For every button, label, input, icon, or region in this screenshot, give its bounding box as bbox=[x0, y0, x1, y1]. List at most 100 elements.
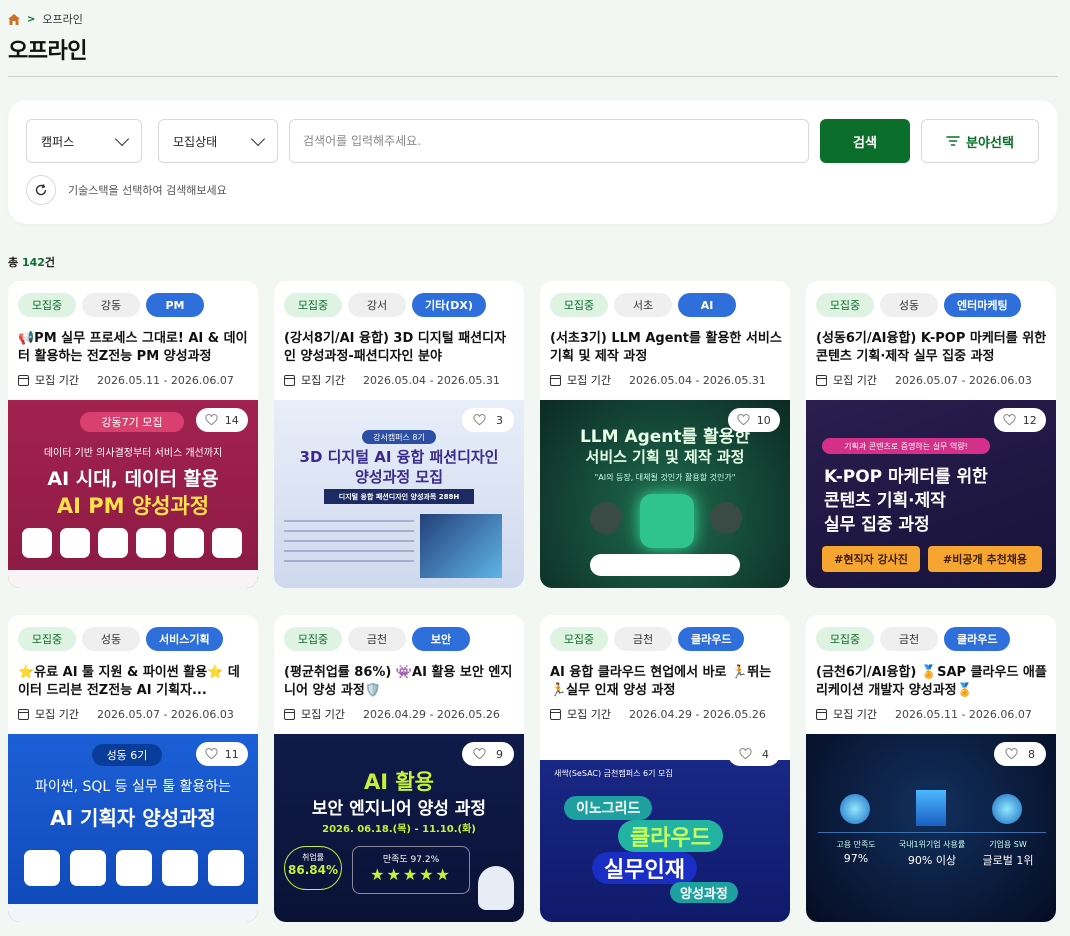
campus-tag: 서초 bbox=[614, 293, 672, 317]
openai-icon bbox=[640, 494, 694, 548]
heart-icon bbox=[737, 414, 750, 426]
course-title[interactable]: ⭐유료 AI 툴 지원 & 파이썬 활용⭐ 데이터 드리븐 전Z전능 AI 기획… bbox=[18, 664, 250, 700]
course-card[interactable]: 모집중 성동 엔터마케팅 (성동6기/AI융합) K-POP 마케터를 위한 콘텐츠… bbox=[806, 281, 1056, 588]
refresh-icon bbox=[35, 184, 47, 196]
course-card[interactable]: 모집중 강동 PM 📢PM 실무 프로세스 그대로! AI & 데이터 활용하는 전… bbox=[8, 281, 258, 588]
field-tag: 기타(DX) bbox=[412, 293, 486, 317]
field-select-button[interactable]: 분야선택 bbox=[921, 119, 1039, 163]
banner-chip: #비공개 추천채용 bbox=[928, 546, 1042, 572]
course-card[interactable]: 모집중 금천 클라우드 (금천6기/AI융합) 🏅SAP 클라우드 애플리케이션 개… bbox=[806, 615, 1056, 922]
satisfaction-stat: 만족도 97.2% ★★★★★ bbox=[352, 846, 470, 894]
like-count: 9 bbox=[496, 747, 503, 761]
banner-badge: 기획과 콘텐츠로 증명하는 실무 역량! bbox=[822, 438, 990, 454]
course-title[interactable]: (평균취업률 86%) 👾AI 활용 보안 엔지니어 양성 과정🛡️ bbox=[284, 664, 516, 700]
like-button[interactable]: 12 bbox=[994, 408, 1046, 432]
course-title[interactable]: (성동6기/AI융합) K-POP 마케터를 위한 콘텐츠 기획·제작 실무 집… bbox=[816, 330, 1048, 366]
banner-line1: 이노그리드 bbox=[564, 796, 653, 820]
status-tag: 모집중 bbox=[18, 293, 76, 317]
calendar-icon bbox=[550, 708, 561, 720]
heart-icon bbox=[739, 748, 752, 760]
like-count: 11 bbox=[224, 747, 239, 761]
analytics-icon bbox=[174, 528, 204, 558]
like-count: 3 bbox=[496, 413, 503, 427]
like-button[interactable]: 4 bbox=[728, 742, 780, 766]
banner-line2: 콘텐츠 기획·제작 bbox=[824, 491, 946, 511]
divider bbox=[8, 76, 1058, 77]
period-label: 모집 기간 bbox=[35, 708, 79, 721]
period-label: 모집 기간 bbox=[301, 708, 345, 721]
banner-line1: K-POP 마케터를 위한 bbox=[824, 467, 988, 487]
sql-icon bbox=[24, 850, 60, 886]
like-button[interactable]: 11 bbox=[196, 742, 248, 766]
period-dates: 2026.05.11 - 2026.06.07 bbox=[96, 373, 234, 387]
course-thumbnail[interactable]: 고용 만족도 97% 국내1위기업 사용률 90% 이상 기업용 SW 글로벌 … bbox=[806, 734, 1056, 922]
status-tag: 모집중 bbox=[18, 627, 76, 651]
filter-icon bbox=[946, 136, 960, 146]
python-icon bbox=[590, 502, 622, 534]
period-dates: 2026.04.29 - 2026.05.26 bbox=[628, 707, 766, 721]
like-button[interactable]: 14 bbox=[196, 408, 248, 432]
field-tag: 보안 bbox=[412, 627, 470, 651]
description-text bbox=[284, 520, 414, 570]
banner-line2: 양성과정 모집 bbox=[354, 468, 444, 486]
search-button[interactable]: 검색 bbox=[820, 119, 910, 163]
banner-badge: 강서캠퍼스 8기 bbox=[362, 430, 436, 444]
period-dates: 2026.05.11 - 2026.06.07 bbox=[894, 707, 1032, 721]
banner-badge: 강동7기 모집 bbox=[80, 412, 184, 432]
course-card[interactable]: 모집중 금천 보안 (평균취업률 86%) 👾AI 활용 보안 엔지니어 양성 과정… bbox=[274, 615, 524, 922]
mannequin-image bbox=[420, 514, 502, 578]
period-row: 모집 기간 2026.05.11 - 2026.06.07 bbox=[18, 372, 234, 388]
period-row: 모집 기간 2026.04.29 - 2026.05.26 bbox=[550, 706, 766, 722]
like-count: 14 bbox=[224, 413, 239, 427]
course-card[interactable]: 모집중 금천 클라우드 AI 융합 클라우드 현업에서 바로 🏃뛰는 🏃실무 인재 … bbox=[540, 615, 790, 922]
course-thumbnail[interactable]: LLM Agent를 활용한 서비스 기획 및 제작 과정 "AI의 등장, 대… bbox=[540, 400, 790, 588]
status-select[interactable]: 모집상태 bbox=[158, 119, 278, 163]
course-card[interactable]: 모집중 성동 서비스기획 ⭐유료 AI 툴 지원 & 파이썬 활용⭐ 데이터 드리븐… bbox=[8, 615, 258, 922]
sql-icon bbox=[60, 528, 90, 558]
calendar-icon bbox=[816, 708, 827, 720]
field-select-label: 분야선택 bbox=[966, 135, 1014, 151]
heart-icon bbox=[205, 748, 218, 760]
field-tag: 클라우드 bbox=[944, 627, 1011, 651]
banner-line2: 서비스 기획 및 제작 과정 bbox=[585, 448, 745, 466]
course-thumbnail[interactable]: 강서캠퍼스 8기 3D 디지털 AI 융합 패션디자인 양성과정 모집 디지털 … bbox=[274, 400, 524, 588]
course-card[interactable]: 모집중 서초 AI (서초3기) LLM Agent를 활용한 서비스 기획 및 제… bbox=[540, 281, 790, 588]
period-dates: 2026.04.29 - 2026.05.26 bbox=[362, 707, 500, 721]
banner-line0: 새싹(SeSAC) 금천캠퍼스 6기 모집 bbox=[554, 769, 673, 778]
star-rating: ★★★★★ bbox=[370, 865, 452, 884]
like-button[interactable]: 8 bbox=[994, 742, 1046, 766]
calendar-icon bbox=[816, 374, 827, 386]
gemini-icon bbox=[22, 528, 52, 558]
search-input[interactable] bbox=[289, 119, 809, 163]
course-thumbnail[interactable]: AI 활용 보안 엔지니어 양성 과정 2026. 06.18.(목) - 11… bbox=[274, 734, 524, 922]
breadcrumb-current[interactable]: 오프라인 bbox=[42, 11, 82, 27]
campus-select[interactable]: 캠퍼스 bbox=[26, 119, 142, 163]
stat-value: 97% bbox=[843, 852, 869, 865]
like-button[interactable]: 10 bbox=[728, 408, 780, 432]
course-thumbnail[interactable]: 새싹(SeSAC) 금천캠퍼스 6기 모집 이노그리드 클라우드 실무인재 양성… bbox=[540, 734, 790, 922]
stat-value: 90% 이상 bbox=[907, 854, 957, 867]
course-title[interactable]: (서초3기) LLM Agent를 활용한 서비스 기획 및 제작 과정 bbox=[550, 330, 782, 366]
course-thumbnail[interactable]: 기획과 콘텐츠로 증명하는 실무 역량! K-POP 마케터를 위한 콘텐츠 기… bbox=[806, 400, 1056, 588]
like-button[interactable]: 3 bbox=[462, 408, 514, 432]
period-row: 모집 기간 2026.05.07 - 2026.06.03 bbox=[816, 372, 1032, 388]
field-tag: 엔터마케팅 bbox=[944, 293, 1021, 317]
banner-line1: AI 활용 bbox=[363, 770, 435, 794]
campus-tag: 금천 bbox=[880, 627, 938, 651]
course-card[interactable]: 모집중 강서 기타(DX) (강서8기/AI 융합) 3D 디지털 패션디자인 양성… bbox=[274, 281, 524, 588]
period-dates: 2026.05.04 - 2026.05.31 bbox=[628, 373, 766, 387]
course-thumbnail[interactable]: 성동 6기 파이썬, SQL 등 실무 툴 활용하는 AI 기획자 양성과정 1… bbox=[8, 734, 258, 922]
refresh-button[interactable] bbox=[26, 175, 56, 205]
course-title[interactable]: (강서8기/AI 융합) 3D 디지털 패션디자인 양성과정-패션디자인 분야 bbox=[284, 330, 516, 366]
course-title[interactable]: (금천6기/AI융합) 🏅SAP 클라우드 애플리케이션 개발자 양성과정🏅 bbox=[816, 664, 1048, 700]
status-select-label: 모집상태 bbox=[173, 134, 218, 149]
course-title[interactable]: AI 융합 클라우드 현업에서 바로 🏃뛰는 🏃실무 인재 양성 과정 bbox=[550, 664, 782, 700]
home-icon[interactable] bbox=[8, 13, 20, 25]
status-tag: 모집중 bbox=[284, 627, 342, 651]
course-thumbnail[interactable]: 강동7기 모집 데이터 기반 의사결정부터 서비스 개선까지 AI 시대, 데이… bbox=[8, 400, 258, 588]
tool-logos-bar bbox=[590, 554, 740, 576]
employment-label: 취업률 bbox=[301, 853, 325, 862]
course-title[interactable]: 📢PM 실무 프로세스 그대로! AI & 데이터 활용하는 전Z전능 PM 양… bbox=[18, 330, 250, 366]
like-button[interactable]: 9 bbox=[462, 742, 514, 766]
stat-label: 국내1위기업 사용률 bbox=[894, 832, 970, 850]
